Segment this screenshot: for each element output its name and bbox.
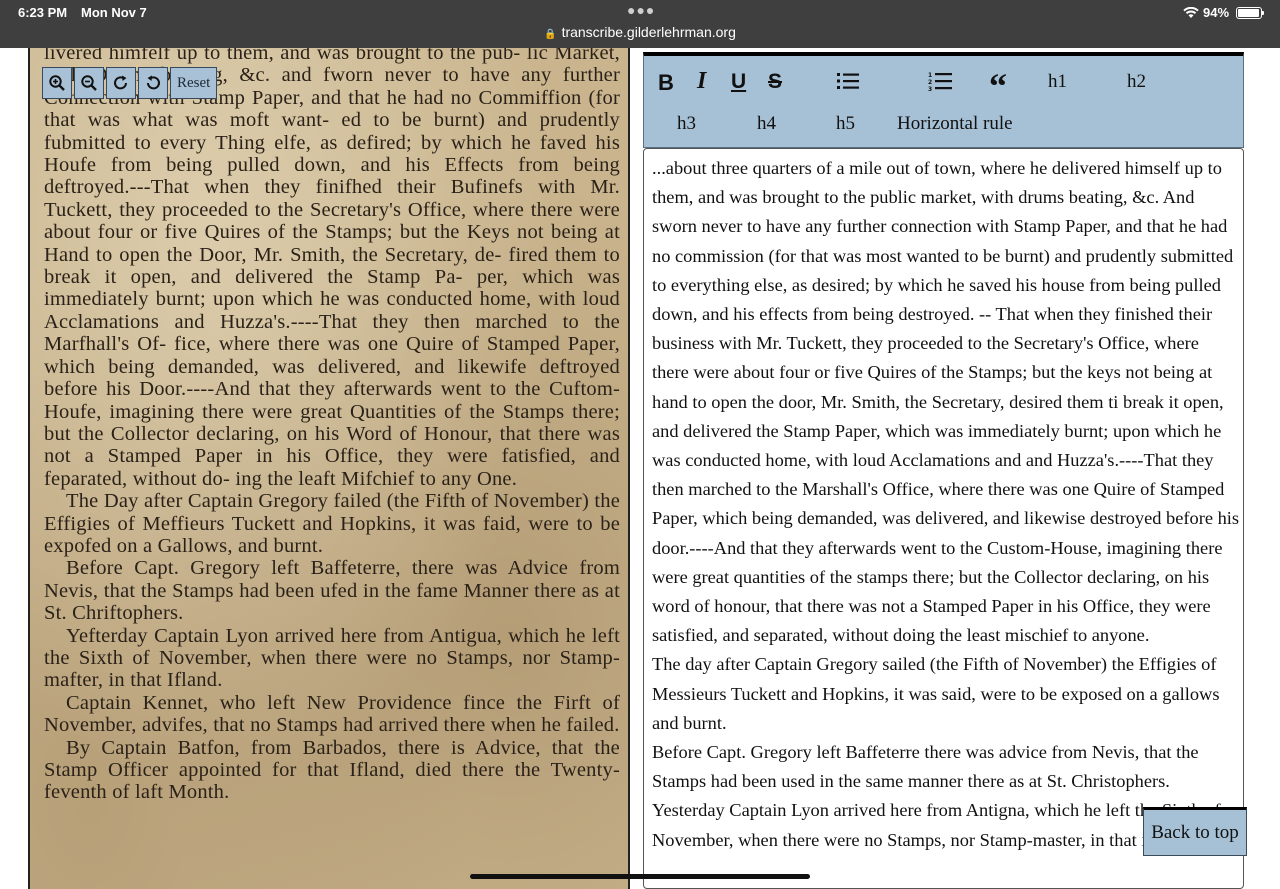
scanned-page-text: livered himfelf up to them, and was brou… bbox=[44, 48, 620, 804]
editor-paragraph: Before Capt. Gregory left Baffeterre the… bbox=[652, 742, 1199, 792]
rotate-left-button[interactable] bbox=[138, 67, 168, 99]
strikethrough-button[interactable]: S bbox=[768, 70, 782, 94]
zoom-out-icon bbox=[81, 75, 97, 91]
svg-text:2: 2 bbox=[928, 79, 932, 86]
heading-2-button[interactable]: h2 bbox=[1127, 71, 1146, 93]
scan-line: livered himfelf up to them, and was brou… bbox=[44, 48, 527, 64]
rotate-counterclockwise-icon bbox=[147, 75, 160, 90]
heading-5-button[interactable]: h5 bbox=[836, 113, 855, 135]
editor-paragraph: ...about three quarters of a mile out of… bbox=[652, 158, 1240, 646]
multitasking-dots-icon[interactable]: ●●● bbox=[627, 2, 655, 18]
scan-paragraph-1: livered himfelf up to them, and was brou… bbox=[44, 48, 620, 490]
scan-paragraph-4: Yefterday Captain Lyon arrived here from… bbox=[44, 624, 620, 692]
bulleted-list-icon bbox=[837, 73, 859, 89]
scan-line: four or five Quires of the Stamps; but t… bbox=[97, 221, 605, 244]
bold-button[interactable]: B bbox=[658, 70, 674, 96]
svg-text:1: 1 bbox=[928, 72, 932, 79]
reset-button[interactable]: Reset bbox=[170, 67, 218, 99]
editor-paragraph: The day after Captain Gregory sailed (th… bbox=[652, 654, 1220, 733]
scan-paragraph-5: Captain Kennet, who left New Providence … bbox=[44, 691, 620, 737]
zoom-in-icon bbox=[49, 75, 65, 91]
scan-line: being demanded, was delivered, and likew… bbox=[108, 355, 620, 378]
scan-paragraph-6: By Captain Batfon, from Barbados, there … bbox=[44, 736, 620, 804]
editor-toolbar: B I U S 123 “ h1 h2 h3 h4 h5 Horizontal … bbox=[643, 52, 1244, 148]
status-date: Mon Nov 7 bbox=[81, 5, 147, 20]
numbered-list-icon: 123 bbox=[928, 72, 952, 93]
lock-icon: 🔒 bbox=[544, 29, 557, 40]
editor-content[interactable]: ...about three quarters of a mile out of… bbox=[652, 154, 1240, 855]
home-indicator[interactable] bbox=[470, 874, 810, 879]
bulleted-list-button[interactable] bbox=[837, 72, 859, 95]
url-text: transcribe.gilderlehrman.org bbox=[561, 24, 736, 40]
numbered-list-button[interactable]: 123 bbox=[928, 71, 952, 96]
image-zoom-toolbar: Reset bbox=[42, 67, 218, 99]
battery-fill bbox=[1238, 9, 1259, 17]
status-time: 6:23 PM bbox=[18, 5, 68, 20]
battery-percent: 94% bbox=[1203, 5, 1230, 20]
document-image-viewer[interactable]: livered himfelf up to them, and was brou… bbox=[28, 48, 630, 889]
underline-button[interactable]: U bbox=[731, 70, 746, 94]
scan-line: ing the leaft Mifchief to any One. bbox=[235, 467, 518, 490]
heading-3-button[interactable]: h3 bbox=[677, 113, 696, 135]
zoom-out-button[interactable] bbox=[74, 67, 104, 99]
svg-text:3: 3 bbox=[928, 86, 932, 91]
battery-nub bbox=[1262, 11, 1264, 15]
scan-line: before his Door.----And that they afterw… bbox=[44, 378, 550, 401]
rotate-right-button[interactable] bbox=[106, 67, 136, 99]
wifi-icon bbox=[1183, 6, 1199, 24]
back-to-top-button[interactable]: Back to top bbox=[1143, 807, 1247, 856]
zoom-in-button[interactable] bbox=[42, 67, 72, 99]
italic-button[interactable]: I bbox=[697, 68, 706, 95]
heading-4-button[interactable]: h4 bbox=[757, 113, 776, 135]
scan-paragraph-3: Before Capt. Gregory left Baffeterre, th… bbox=[44, 557, 620, 625]
status-bar: 6:23 PM Mon Nov 7 ●●● 🔒 transcribe.gilder… bbox=[0, 0, 1280, 48]
transcription-editor[interactable]: ...about three quarters of a mile out of… bbox=[643, 148, 1244, 889]
horizontal-rule-button[interactable]: Horizontal rule bbox=[897, 113, 1013, 135]
scan-paragraph-2: The Day after Captain Gregory failed (th… bbox=[44, 490, 620, 557]
rotate-clockwise-icon bbox=[114, 75, 127, 90]
battery-icon bbox=[1236, 7, 1264, 19]
blockquote-button[interactable]: “ bbox=[989, 68, 1007, 104]
heading-1-button[interactable]: h1 bbox=[1048, 71, 1067, 93]
address-bar[interactable]: 🔒 transcribe.gilderlehrman.org bbox=[0, 24, 1280, 40]
